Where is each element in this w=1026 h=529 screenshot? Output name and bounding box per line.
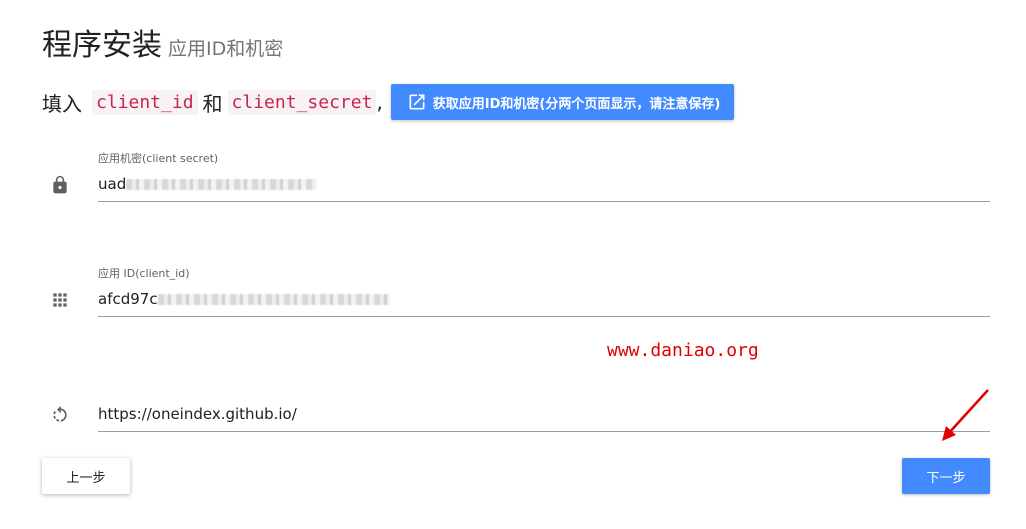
previous-step-button[interactable]: 上一步 <box>42 458 130 494</box>
client-secret-code: client_secret <box>227 89 377 115</box>
next-step-button[interactable]: 下一步 <box>902 458 990 494</box>
page-subtitle: 应用ID和机密 <box>168 38 284 60</box>
get-app-id-label: 获取应用ID和机密(分两个页面显示，请注意保存) <box>432 96 721 112</box>
redirect-uri-field: https://oneindex.github.io/ <box>42 378 990 448</box>
apps-grid-icon <box>53 293 67 307</box>
page-title-main: 程序安装 <box>42 28 162 63</box>
client-id-field: 应用 ID(client_id) afcd97c <box>42 263 990 333</box>
lock-icon <box>53 175 67 194</box>
annotation-arrow-icon <box>942 389 989 441</box>
client-id-underline <box>98 316 990 317</box>
instruction-row: 填入 client_id 和 client_secret , 获取应用ID和机密… <box>42 84 735 120</box>
client-secret-input[interactable]: uad <box>98 175 990 193</box>
redacted-client-id <box>157 294 390 305</box>
instruction-prefix: 填入 <box>42 91 82 116</box>
instruction-and: 和 <box>202 91 223 116</box>
client-secret-value: uad <box>98 175 127 193</box>
client-secret-label: 应用机密(client secret) <box>98 152 219 165</box>
redirect-uri-input[interactable]: https://oneindex.github.io/ <box>98 405 990 423</box>
client-id-label: 应用 ID(client_id) <box>98 267 190 280</box>
open-in-new-icon <box>409 94 425 110</box>
client-secret-underline <box>98 201 990 202</box>
client-id-value: afcd97c <box>98 290 158 308</box>
redacted-secret <box>126 179 317 190</box>
client-secret-field: 应用机密(client secret) uad <box>42 148 990 218</box>
redirect-uri-underline <box>98 431 990 432</box>
page-title: 程序安装 应用ID和机密 <box>42 20 283 64</box>
client-id-input[interactable]: afcd97c <box>98 290 990 308</box>
client-id-code: client_id <box>92 89 198 115</box>
refresh-icon <box>53 405 67 422</box>
instruction-comma: , <box>376 90 383 114</box>
watermark: www.daniao.org <box>607 340 759 361</box>
get-app-id-button[interactable]: 获取应用ID和机密(分两个页面显示，请注意保存) <box>390 84 735 120</box>
